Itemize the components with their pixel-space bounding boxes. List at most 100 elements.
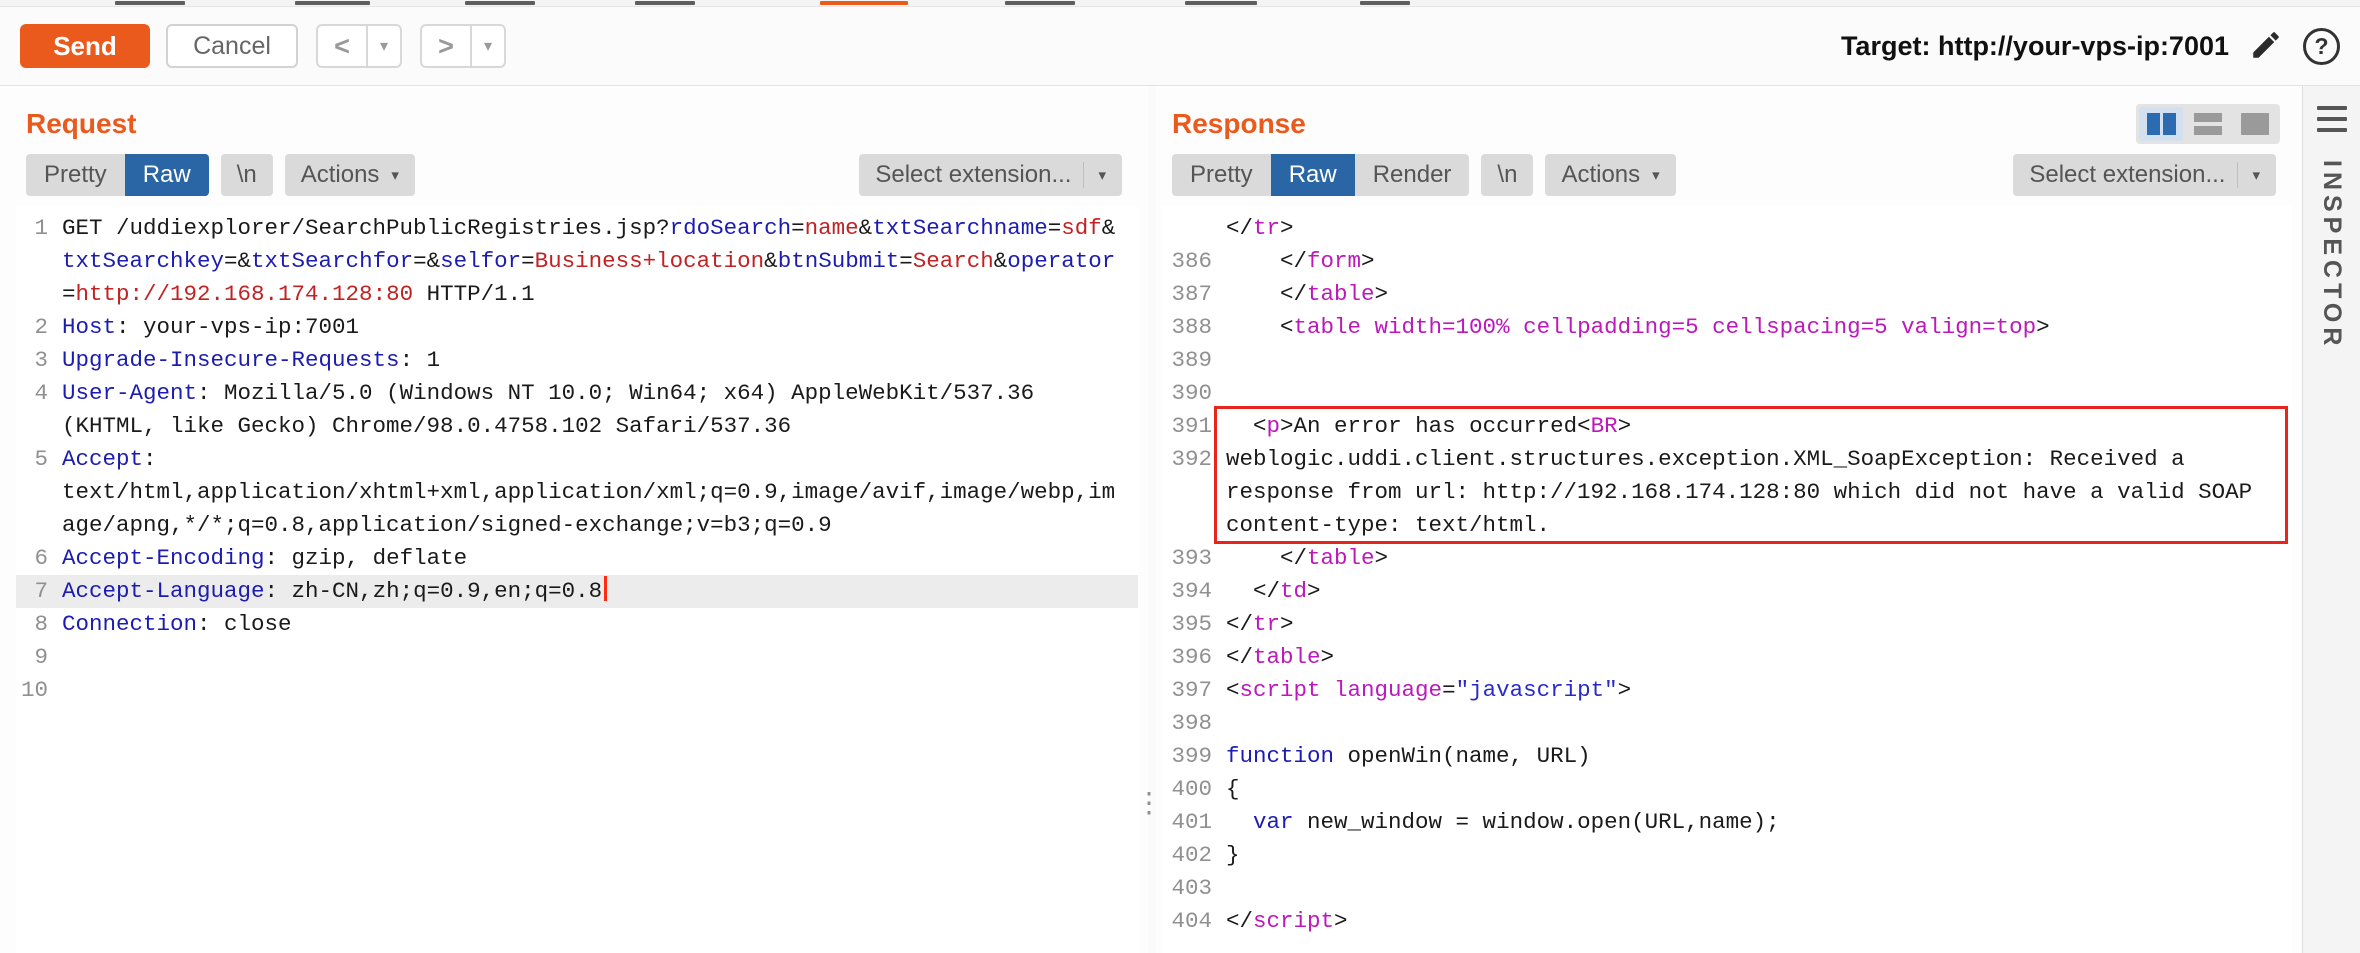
request-title: Request [26, 108, 136, 140]
line-content: Upgrade-Insecure-Requests: 1 [62, 344, 1138, 377]
line-content: <table width=100% cellpadding=5 cellspac… [1226, 311, 2292, 344]
code-line[interactable]: 10 [16, 674, 1138, 707]
code-line[interactable]: 397<script language="javascript"> [1162, 674, 2292, 707]
clipped-tab [115, 1, 185, 5]
line-content: </form> [1226, 245, 2292, 278]
request-editor[interactable]: 1GET /uddiexplorer/SearchPublicRegistrie… [16, 206, 1138, 953]
columns-icon [2163, 113, 2176, 135]
code-line[interactable]: 387 </table> [1162, 278, 2292, 311]
line-number: 404 [1162, 905, 1226, 938]
line-content [1226, 707, 2292, 740]
code-line[interactable]: 391 <p>An error has occurred<BR> [1162, 410, 2292, 443]
cancel-button[interactable]: Cancel [166, 24, 298, 68]
line-number: 394 [1162, 575, 1226, 608]
request-show-nonprintable-button[interactable]: \n [221, 154, 273, 196]
forward-history-dropdown[interactable]: ▾ [470, 26, 504, 66]
code-line[interactable]: 386 </form> [1162, 245, 2292, 278]
code-line[interactable]: 9 [16, 641, 1138, 674]
line-content: </table> [1226, 641, 2292, 674]
line-content [62, 674, 1138, 707]
code-line[interactable]: 5Accept: text/html,application/xhtml+xml… [16, 443, 1138, 542]
line-content: { [1226, 773, 2292, 806]
response-panel: Response Pretty Raw Render \n Actions ▾ … [1156, 86, 2302, 953]
code-line[interactable]: 394 </td> [1162, 575, 2292, 608]
line-content: </script> [1226, 905, 2292, 938]
response-header: Response [1162, 102, 2292, 146]
layout-rows-button[interactable] [2186, 107, 2230, 141]
code-line[interactable]: 393 </table> [1162, 542, 2292, 575]
code-line[interactable]: 389 [1162, 344, 2292, 377]
code-line[interactable]: 401 var new_window = window.open(URL,nam… [1162, 806, 2292, 839]
inspector-label[interactable]: INSPECTOR [2317, 160, 2346, 350]
code-line[interactable]: 403 [1162, 872, 2292, 905]
line-number: 2 [16, 311, 62, 344]
code-line[interactable]: 8Connection: close [16, 608, 1138, 641]
tab-response-raw[interactable]: Raw [1271, 154, 1355, 196]
line-number: 3 [16, 344, 62, 377]
code-line[interactable]: 398 [1162, 707, 2292, 740]
layout-switcher [2136, 104, 2280, 144]
tab-response-pretty[interactable]: Pretty [1172, 154, 1271, 196]
code-line[interactable]: 2Host: your-vps-ip:7001 [16, 311, 1138, 344]
line-content: </tr> [1226, 212, 2292, 245]
inspector-sidebar: INSPECTOR [2302, 86, 2360, 953]
code-line[interactable]: 399function openWin(name, URL) [1162, 740, 2292, 773]
target-display: Target: http://your-vps-ip:7001 [1841, 31, 2229, 62]
clipped-tab [635, 1, 695, 5]
line-number: 399 [1162, 740, 1226, 773]
chevron-down-icon: ▾ [484, 36, 492, 56]
line-number: 391 [1162, 410, 1226, 443]
code-line[interactable]: </tr> [1162, 212, 2292, 245]
code-line[interactable]: 395</tr> [1162, 608, 2292, 641]
response-editor[interactable]: </tr>386 </form>387 </table>388 <table w… [1162, 206, 2292, 953]
tab-request-pretty[interactable]: Pretty [26, 154, 125, 196]
line-content: GET /uddiexplorer/SearchPublicRegistries… [62, 212, 1138, 311]
code-line[interactable]: 7Accept-Language: zh-CN,zh;q=0.9,en;q=0.… [16, 575, 1138, 608]
line-number: 401 [1162, 806, 1226, 839]
layout-columns-button[interactable] [2139, 107, 2183, 141]
line-number: 398 [1162, 707, 1226, 740]
back-button[interactable]: < [318, 26, 366, 66]
send-button[interactable]: Send [20, 24, 150, 68]
tab-request-raw[interactable]: Raw [125, 154, 209, 196]
drag-handle-icon: ⋮ [1135, 786, 1163, 819]
line-number: 386 [1162, 245, 1226, 278]
response-show-nonprintable-button[interactable]: \n [1481, 154, 1533, 196]
code-line[interactable]: 400{ [1162, 773, 2292, 806]
response-select-extension-dropdown[interactable]: Select extension... ▾ [2013, 154, 2276, 196]
request-header: Request [16, 102, 1138, 146]
line-number: 6 [16, 542, 62, 575]
code-line[interactable]: 388 <table width=100% cellpadding=5 cell… [1162, 311, 2292, 344]
line-number: 5 [16, 443, 62, 542]
edit-target-button[interactable] [2249, 28, 2283, 65]
line-number: 402 [1162, 839, 1226, 872]
code-line[interactable]: 4User-Agent: Mozilla/5.0 (Windows NT 10.… [16, 377, 1138, 443]
code-line[interactable]: 404</script> [1162, 905, 2292, 938]
code-line[interactable]: 390 [1162, 377, 2292, 410]
code-line[interactable]: 396</table> [1162, 641, 2292, 674]
response-view-tabs: Pretty Raw Render [1172, 154, 1469, 196]
tab-response-render[interactable]: Render [1355, 154, 1470, 196]
forward-button[interactable]: > [422, 26, 470, 66]
code-line[interactable]: 3Upgrade-Insecure-Requests: 1 [16, 344, 1138, 377]
help-button[interactable]: ? [2303, 28, 2340, 65]
response-actions-button[interactable]: Actions ▾ [1545, 154, 1675, 196]
line-content: </table> [1226, 278, 2292, 311]
line-content: Connection: close [62, 608, 1138, 641]
code-line[interactable]: 402} [1162, 839, 2292, 872]
clipped-tab [295, 1, 370, 5]
code-line[interactable]: 1GET /uddiexplorer/SearchPublicRegistrie… [16, 212, 1138, 311]
layout-single-button[interactable] [2233, 107, 2277, 141]
line-content: Accept: text/html,application/xhtml+xml,… [62, 443, 1138, 542]
panel-splitter[interactable]: ⋮ [1142, 770, 1156, 834]
back-history-dropdown[interactable]: ▾ [366, 26, 400, 66]
line-number: 8 [16, 608, 62, 641]
request-actions-button[interactable]: Actions ▾ [285, 154, 415, 196]
request-select-extension-dropdown[interactable]: Select extension... ▾ [859, 154, 1122, 196]
code-line[interactable]: 6Accept-Encoding: gzip, deflate [16, 542, 1138, 575]
clipped-tab [1185, 1, 1257, 5]
chevron-down-icon: ▾ [380, 36, 388, 56]
code-line[interactable]: 392weblogic.uddi.client.structures.excep… [1162, 443, 2292, 542]
line-content: <script language="javascript"> [1226, 674, 2292, 707]
inspector-toggle-icon[interactable] [2317, 106, 2347, 132]
